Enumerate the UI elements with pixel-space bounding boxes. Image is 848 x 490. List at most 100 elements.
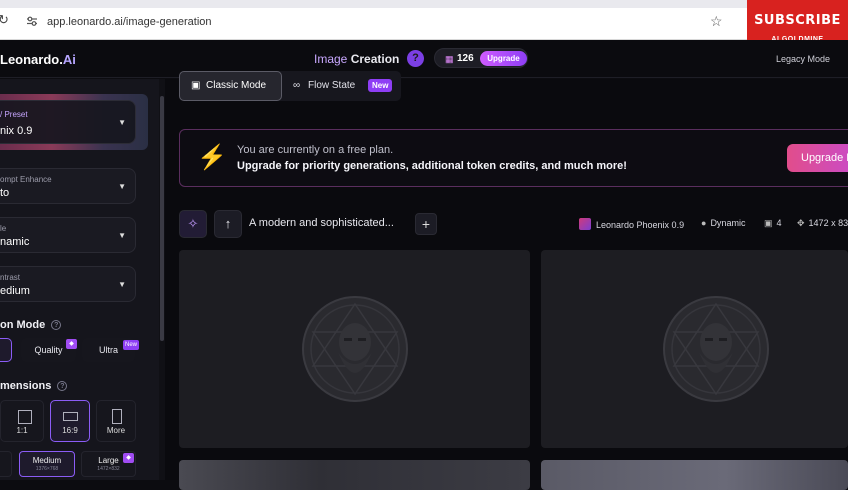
size-info: ✥1472 x 832 — [797, 218, 848, 229]
arrow-up-icon[interactable]: ↑ — [214, 210, 242, 238]
subscribe-text: SUBSCRIBE — [754, 13, 841, 28]
infinity-icon: ∞ — [293, 80, 301, 91]
sidebar-scrollbar[interactable] — [160, 96, 164, 341]
style-name: Dynamic — [710, 218, 746, 228]
chevron-down-icon: ▼ — [118, 118, 126, 127]
ratio-more-label: More — [106, 426, 126, 435]
logo[interactable]: Leonardo.Ai — [0, 52, 76, 67]
wide-ratio-icon — [63, 412, 78, 421]
model-icon — [579, 218, 591, 230]
generated-image-placeholder[interactable] — [541, 250, 848, 448]
reload-icon[interactable]: ↻ — [0, 13, 9, 26]
count-info: ▣ 4 — [764, 218, 782, 229]
logo-ai-text: Ai — [62, 52, 76, 67]
token-count: 126 — [457, 53, 474, 64]
image-size: 1472 x 832 — [808, 218, 848, 228]
contrast-label: ntrast — [0, 273, 21, 282]
images-icon: ▣ — [764, 218, 773, 228]
move-icon: ✥ — [797, 218, 805, 228]
model-name: Leonardo Phoenix 0.9 — [596, 220, 685, 230]
browser-address-bar: ↻ app.leonardo.ai/image-generation ☆ — [0, 0, 848, 40]
add-icon[interactable]: + — [415, 213, 437, 235]
square-ratio-icon — [18, 410, 32, 424]
prompt-enhance-dropdown[interactable]: ompt Enhance to ▼ — [0, 168, 136, 204]
model-info: Leonardo Phoenix 0.9 — [579, 218, 684, 230]
size-medium-label: Medium — [32, 456, 62, 465]
mode-tabs: ▣ Classic Mode ∞ Flow State New — [179, 71, 401, 101]
style-label: le — [0, 224, 7, 233]
size-large-dims: 1472×832 — [97, 466, 120, 472]
prompt-text[interactable]: A modern and sophisticated... — [249, 217, 394, 229]
dimensions-title-text: mensions — [0, 380, 52, 392]
generation-mode-title-text: on Mode — [0, 319, 46, 331]
url-text[interactable]: app.leonardo.ai/image-generation — [47, 16, 212, 28]
size-medium-button[interactable]: Medium 1376×768 — [19, 451, 75, 477]
generated-image-placeholder[interactable] — [179, 250, 530, 448]
new-badge: New — [368, 79, 393, 92]
style-value: namic — [0, 236, 30, 248]
ratio-1-1-button[interactable]: 1:1 — [0, 400, 44, 442]
tall-ratio-icon — [112, 409, 122, 424]
lightning-icon: ⚡ — [197, 144, 227, 171]
mode-option-quality[interactable]: Quality ◆ — [21, 338, 77, 362]
magic-wand-icon[interactable]: ✧ — [179, 210, 207, 238]
drop-icon: ● — [701, 218, 707, 228]
mode-ultra-label: Ultra — [98, 345, 118, 355]
site-settings-icon[interactable] — [26, 16, 38, 26]
generated-image[interactable] — [541, 460, 848, 490]
ratio-16-9-label: 16:9 — [62, 426, 78, 435]
legacy-mode-link[interactable]: Legacy Mode — [776, 54, 830, 64]
page-title-main: Creation — [347, 52, 400, 66]
chevron-down-icon: ▼ — [118, 231, 126, 240]
page-title-prefix: Image — [314, 52, 348, 66]
dimensions-title: mensions? — [0, 380, 68, 392]
generated-image[interactable] — [179, 460, 530, 490]
bookmark-star-icon[interactable]: ☆ — [710, 13, 723, 30]
tab-classic-label: Classic Mode — [206, 80, 267, 91]
browser-tab-strip — [0, 0, 848, 8]
tab-flow-label: Flow State — [308, 80, 356, 91]
banner-line-1: You are currently on a free plan. — [237, 144, 394, 156]
premium-gem-icon: ◆ — [66, 339, 77, 349]
ratio-16-9-button[interactable]: 16:9 — [50, 400, 90, 442]
size-medium-dims: 1376×768 — [35, 466, 59, 472]
preset-value: nix 0.9 — [0, 125, 33, 137]
ratio-more-button[interactable]: More — [96, 400, 136, 442]
style-info: ● Dynamic — [701, 218, 745, 228]
upgrade-banner: ⚡ You are currently on a free plan. Upgr… — [179, 129, 848, 187]
prompt-enhance-value: to — [0, 187, 10, 199]
mode-option-ultra[interactable]: Ultra New — [82, 338, 139, 362]
info-icon[interactable]: ? — [51, 320, 62, 330]
tab-classic-mode[interactable]: ▣ Classic Mode — [179, 71, 282, 101]
contrast-value: edium — [0, 285, 30, 297]
contrast-dropdown[interactable]: ntrast edium ▼ — [0, 266, 136, 302]
generation-mode-title: on Mode? — [0, 319, 62, 331]
info-icon[interactable]: ? — [57, 381, 68, 391]
image-count: 4 — [776, 218, 782, 228]
page-title: Image Creation — [314, 52, 399, 66]
new-badge: New — [122, 340, 139, 350]
top-nav: Leonardo.Ai Image Creation ? ▦ 126 Upgra… — [0, 40, 848, 78]
preset-label: / Preset — [0, 110, 28, 119]
style-dropdown[interactable]: le namic ▼ — [0, 217, 136, 253]
ratio-1-1-label: 1:1 — [16, 426, 28, 435]
size-large-button[interactable]: Large 1472×832 ◆ — [81, 451, 136, 477]
chevron-down-icon: ▼ — [118, 280, 126, 289]
banner-upgrade-button[interactable]: Upgrade P — [787, 144, 848, 172]
help-icon[interactable]: ? — [407, 50, 424, 67]
size-small-button[interactable] — [0, 451, 12, 477]
generation-prompt-row: ✧ ↑ A modern and sophisticated... + Leon… — [179, 210, 848, 238]
logo-text: Leonardo. — [0, 52, 63, 67]
mode-option-selected[interactable] — [0, 338, 12, 362]
token-balance[interactable]: ▦ 126 Upgrade — [434, 48, 528, 68]
preset-dropdown[interactable]: / Preset nix 0.9 ▼ — [0, 100, 136, 144]
upgrade-button[interactable]: Upgrade — [480, 51, 527, 66]
banner-line-2: Upgrade for priority generations, additi… — [237, 160, 627, 172]
token-icon: ▦ — [445, 54, 454, 64]
chevron-down-icon: ▼ — [118, 182, 126, 191]
tab-flow-state[interactable]: ∞ Flow State New — [282, 71, 401, 101]
premium-gem-icon: ◆ — [123, 453, 134, 463]
leonardo-placeholder-icon — [301, 296, 408, 402]
prompt-enhance-label: ompt Enhance — [0, 175, 52, 184]
leonardo-placeholder-icon — [663, 296, 769, 402]
